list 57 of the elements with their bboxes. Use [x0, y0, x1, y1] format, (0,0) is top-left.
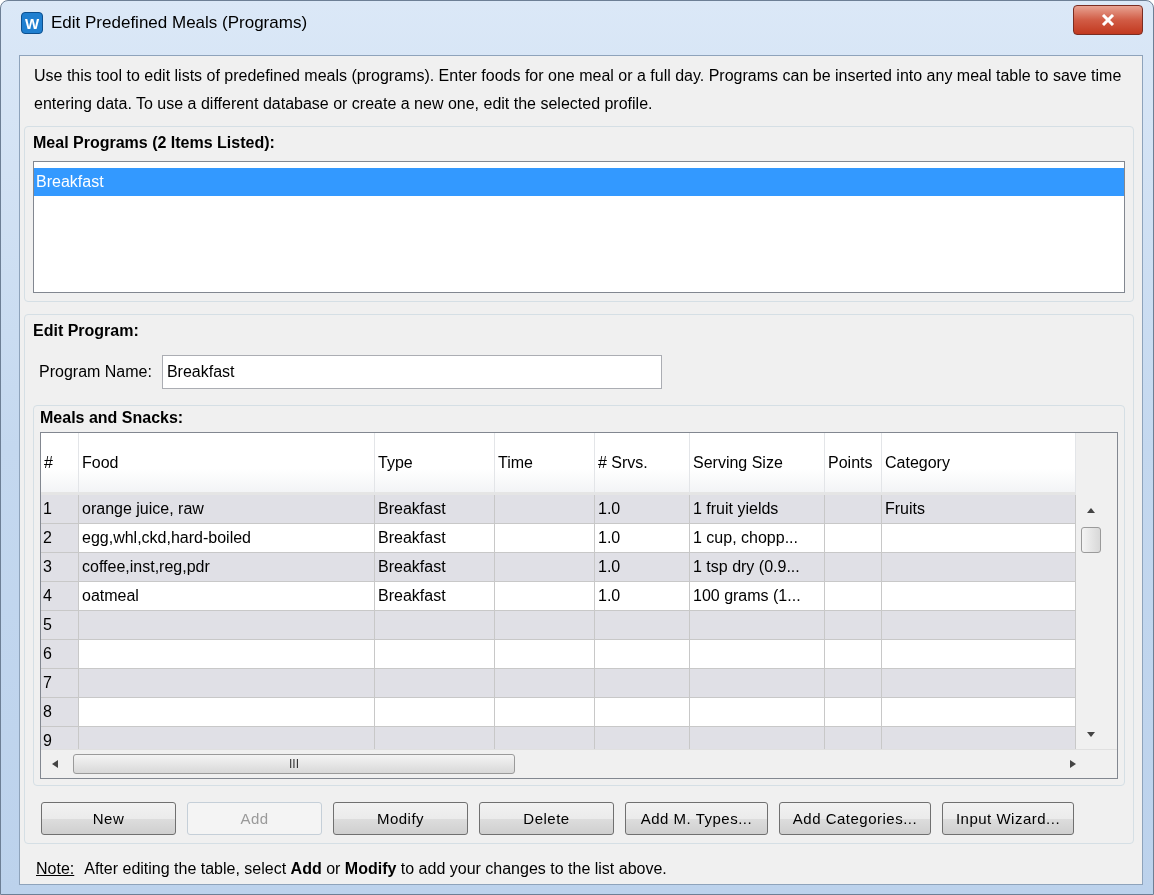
field-label: Program Name:: [39, 363, 152, 381]
group-label: Meals and Snacks:: [40, 408, 184, 428]
table-cell: oatmeal: [79, 582, 375, 610]
table-cell: Breakfast: [375, 582, 495, 610]
column-header[interactable]: Category: [882, 433, 1076, 495]
table-cell: 1.0: [595, 524, 690, 552]
table-cell: Breakfast: [375, 524, 495, 552]
table-cell: 1.0: [595, 553, 690, 581]
column-header[interactable]: Time: [495, 433, 595, 495]
action-button[interactable]: Input Wizard...: [942, 802, 1074, 835]
table-cell: 1 tsp dry (0.9...: [690, 553, 825, 581]
table-cell: 1 fruit yields: [690, 495, 825, 523]
row-number: 1: [41, 495, 79, 523]
row-number: 9: [41, 727, 79, 749]
row-number: 6: [41, 640, 79, 668]
table-cell: Breakfast: [375, 495, 495, 523]
table-cell: 1.0: [595, 495, 690, 523]
group-label: Edit Program:: [33, 321, 139, 341]
row-number: 2: [41, 524, 79, 552]
column-header[interactable]: Serving Size: [690, 433, 825, 495]
description-text: Use this tool to edit lists of predefined meals (programs). Enter foods for one meal or a full day. Programs can be inserted into any meal table to save time entering data. To use a different database or create a new one, edit the selected profile.: [34, 66, 1123, 114]
action-button[interactable]: Modify: [333, 802, 468, 835]
table-cell: egg,whl,ckd,hard-boiled: [79, 524, 375, 552]
scroll-up-arrow-icon[interactable]: [1086, 507, 1096, 515]
row-number: 3: [41, 553, 79, 581]
program-name-field[interactable]: Breakfast: [161, 355, 662, 389]
table-cell: Breakfast: [375, 553, 495, 581]
table-cell: 1 cup, chopp...: [690, 524, 825, 552]
action-button[interactable]: New: [41, 802, 176, 835]
app-icon: W: [21, 12, 43, 34]
column-header[interactable]: # Srvs.: [595, 433, 690, 495]
close-icon: [1101, 14, 1115, 26]
scroll-down-arrow-icon[interactable]: [1086, 731, 1096, 739]
row-number: 7: [41, 669, 79, 697]
action-button[interactable]: Delete: [479, 802, 614, 835]
scrollbar-thumb[interactable]: III: [73, 754, 515, 774]
note-text: After editing the table, select Add or Modify to add your changes to the list above.: [84, 860, 667, 878]
row-number: 4: [41, 582, 79, 610]
table-cell: coffee,inst,reg,pdr: [79, 553, 375, 581]
note-label: Note:: [36, 860, 75, 878]
column-header[interactable]: Type: [375, 433, 495, 495]
close-button[interactable]: [1073, 5, 1143, 35]
column-header[interactable]: Points: [825, 433, 882, 495]
row-number: 5: [41, 611, 79, 639]
scrollbar-thumb[interactable]: [1081, 527, 1101, 553]
action-button[interactable]: Add M. Types...: [625, 802, 768, 835]
scroll-right-arrow-icon[interactable]: [1069, 759, 1077, 769]
table-cell: orange juice, raw: [79, 495, 375, 523]
action-button[interactable]: Add Categories...: [779, 802, 931, 835]
column-header[interactable]: #: [41, 433, 79, 495]
group-label: Meal Programs (2 Items Listed):: [33, 133, 275, 153]
scroll-left-arrow-icon[interactable]: [51, 759, 59, 769]
table-cell: 1.0: [595, 582, 690, 610]
window-title: Edit Predefined Meals (Programs): [51, 13, 308, 33]
row-number: 8: [41, 698, 79, 726]
table-cell: 100 grams (1...: [690, 582, 825, 610]
column-header[interactable]: Food: [79, 433, 375, 495]
